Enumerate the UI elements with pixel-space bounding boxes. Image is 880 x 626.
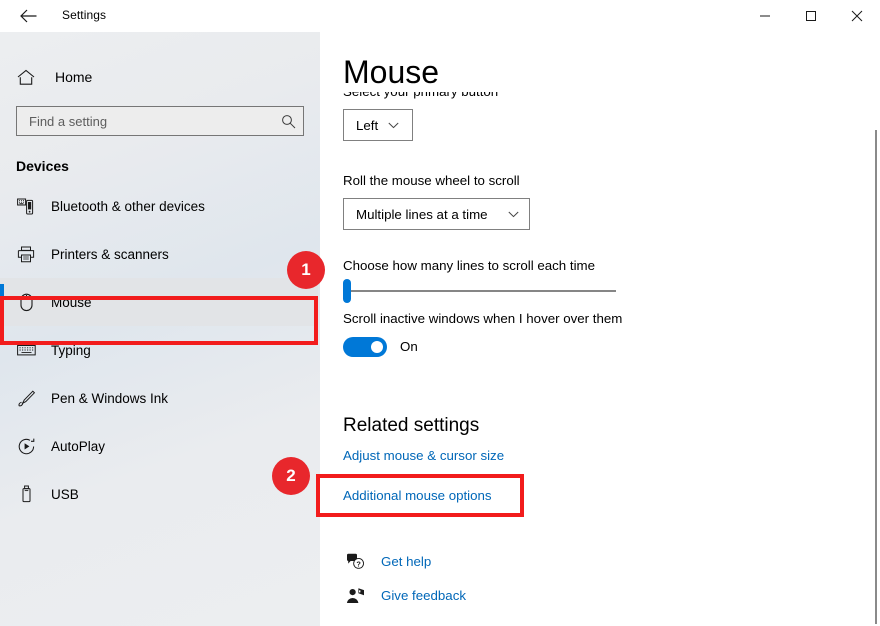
back-button[interactable]: [8, 2, 48, 30]
get-help-icon: ?: [343, 553, 367, 570]
close-button[interactable]: [834, 0, 880, 32]
chevron-down-icon: [388, 122, 399, 129]
search-icon[interactable]: [273, 114, 303, 129]
mouse-icon: [17, 293, 39, 312]
sidebar-item-home[interactable]: Home: [0, 60, 320, 94]
chevron-down-icon: [508, 211, 519, 218]
sidebar: Home Devices: [0, 32, 320, 626]
sidebar-item-label: Pen & Windows Ink: [51, 390, 169, 406]
give-feedback-link[interactable]: Give feedback: [343, 587, 466, 604]
scroll-inactive-state: On: [400, 339, 418, 354]
wheel-scroll-label: Roll the mouse wheel to scroll: [343, 173, 520, 188]
vertical-scrollbar[interactable]: [875, 130, 877, 624]
primary-button-value: Left: [356, 117, 379, 133]
sidebar-item-label: Mouse: [51, 294, 92, 310]
get-help-label: Get help: [381, 554, 432, 569]
slider-track: [343, 290, 616, 292]
window-title: Settings: [62, 8, 107, 22]
bluetooth-devices-icon: [17, 198, 39, 215]
search-input[interactable]: [17, 107, 273, 135]
search-box[interactable]: [16, 106, 304, 136]
related-settings-heading: Related settings: [343, 415, 480, 436]
toggle-knob: [371, 341, 383, 353]
sidebar-item-label: Typing: [51, 342, 91, 358]
home-label: Home: [55, 69, 93, 85]
window-controls: [742, 0, 880, 32]
sidebar-item-mouse[interactable]: Mouse: [0, 278, 318, 326]
get-help-link[interactable]: ? Get help: [343, 553, 431, 570]
minimize-icon: [759, 10, 771, 22]
maximize-icon: [805, 10, 817, 22]
page-title: Mouse: [343, 52, 640, 92]
title-bar: Settings: [0, 0, 880, 32]
scroll-inactive-label: Scroll inactive windows when I hover ove…: [343, 311, 623, 326]
primary-button-dropdown[interactable]: Left: [343, 109, 413, 141]
sidebar-item-label: AutoPlay: [51, 438, 106, 454]
annotation-badge-2: 2: [272, 457, 310, 495]
minimize-button[interactable]: [742, 0, 788, 32]
back-arrow-icon: [19, 9, 37, 23]
sidebar-item-bluetooth-other-devices[interactable]: Bluetooth & other devices: [0, 182, 318, 230]
sidebar-item-pen-windows-ink[interactable]: Pen & Windows Ink: [0, 374, 318, 422]
sidebar-item-label: Printers & scanners: [51, 246, 169, 262]
lines-to-scroll-label: Choose how many lines to scroll each tim…: [343, 258, 596, 273]
keyboard-icon: [17, 343, 39, 357]
slider-thumb[interactable]: [343, 279, 351, 303]
sidebar-nav-list: Bluetooth & other devices Printers & sca…: [0, 182, 320, 518]
svg-text:?: ?: [356, 559, 361, 568]
give-feedback-label: Give feedback: [381, 588, 467, 603]
link-adjust-mouse-cursor-size[interactable]: Adjust mouse & cursor size: [343, 448, 504, 463]
home-icon: [17, 69, 41, 86]
sidebar-item-typing[interactable]: Typing: [0, 326, 318, 374]
link-additional-mouse-options[interactable]: Additional mouse options: [343, 488, 492, 503]
sidebar-item-autoplay[interactable]: AutoPlay: [0, 422, 318, 470]
maximize-button[interactable]: [788, 0, 834, 32]
usb-icon: [17, 485, 39, 504]
sidebar-section-heading: Devices: [16, 158, 69, 174]
sidebar-item-label: Bluetooth & other devices: [51, 198, 205, 214]
annotation-badge-1: 1: [287, 251, 325, 289]
wheel-scroll-dropdown[interactable]: Multiple lines at a time: [343, 198, 530, 230]
sidebar-item-usb[interactable]: USB: [0, 470, 318, 518]
wheel-scroll-value: Multiple lines at a time: [356, 206, 488, 222]
sidebar-item-label: USB: [51, 486, 79, 502]
pen-icon: [17, 389, 39, 407]
close-icon: [851, 10, 863, 22]
printer-icon: [17, 246, 39, 263]
scroll-inactive-toggle[interactable]: [343, 337, 387, 357]
sidebar-item-printers-scanners[interactable]: Printers & scanners: [0, 230, 318, 278]
main-content: Select your primary button Left Roll the…: [320, 32, 880, 626]
autoplay-icon: [17, 437, 39, 456]
give-feedback-icon: [343, 587, 367, 604]
settings-window: Settings Home Find a setting Devices Blu…: [0, 0, 880, 626]
